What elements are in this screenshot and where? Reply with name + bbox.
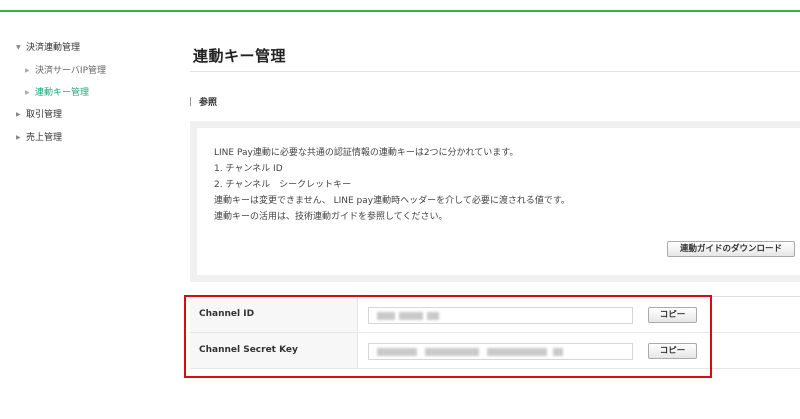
section-bar-icon [190, 97, 191, 106]
sidebar-item-server-ip[interactable]: ▶ 決済サーバIP管理 [25, 65, 106, 77]
caret-down-icon: ▼ [16, 44, 21, 51]
redacted-value [399, 312, 423, 320]
sidebar: ▼ 決済連動管理 ▶ 決済サーバIP管理 ▶ 連動キー管理 ▶ 取引管理 ▶ 売上管理 [0, 12, 170, 419]
sidebar-item-link-key[interactable]: ▶ 連動キー管理 [25, 87, 89, 99]
channel-id-field[interactable] [368, 307, 633, 324]
table-row: Channel Secret Key コピー [190, 333, 800, 369]
redacted-value [427, 312, 439, 320]
table-row: Channel ID コピー [190, 297, 800, 333]
redacted-value [425, 348, 479, 356]
caret-right-icon: ▶ [16, 111, 21, 118]
credentials-table: Channel ID コピー Channel Secret Key コピー [190, 296, 800, 369]
redacted-value [377, 348, 417, 356]
info-line: LINE Pay連動に必要な共通の認証情報の連動キーは2つに分かれています。 [214, 148, 519, 158]
section-heading: 参照 [190, 95, 217, 108]
redacted-value [487, 348, 547, 356]
caret-right-icon: ▶ [25, 89, 30, 96]
download-guide-button[interactable]: 連動ガイドのダウンロード [667, 241, 795, 257]
sidebar-item-label: 連動キー管理 [35, 88, 90, 98]
title-divider [190, 71, 800, 72]
top-header [0, 0, 800, 10]
sidebar-item-sales[interactable]: ▶ 売上管理 [16, 132, 62, 144]
sidebar-item-label: 売上管理 [26, 133, 63, 143]
sidebar-item-payment-link[interactable]: ▼ 決済連動管理 [16, 42, 80, 54]
channel-secret-label: Channel Secret Key [190, 333, 358, 368]
sidebar-item-label: 取引管理 [26, 110, 63, 120]
caret-right-icon: ▶ [25, 67, 30, 74]
section-title: 参照 [199, 98, 218, 108]
sidebar-item-label: 決済連動管理 [26, 43, 81, 53]
channel-id-label: Channel ID [190, 297, 358, 332]
info-line: 連動キーは変更できません、 LINE pay連動時ヘッダーを介して必要に渡される… [214, 196, 570, 206]
info-line: 2. チャンネル シークレットキー [214, 180, 352, 190]
page-title: 連動キー管理 [193, 47, 287, 65]
redacted-value [553, 348, 563, 356]
channel-secret-field[interactable] [368, 343, 633, 360]
redacted-value [377, 312, 395, 320]
sidebar-item-transactions[interactable]: ▶ 取引管理 [16, 109, 62, 121]
sidebar-item-label: 決済サーバIP管理 [35, 66, 106, 76]
copy-channel-id-button[interactable]: コピー [648, 307, 697, 323]
info-line: 連動キーの活用は、技術連動ガイドを参照してください。 [214, 212, 448, 222]
caret-right-icon: ▶ [16, 134, 21, 141]
info-line: 1. チャンネル ID [214, 164, 283, 174]
copy-channel-secret-button[interactable]: コピー [648, 343, 697, 359]
